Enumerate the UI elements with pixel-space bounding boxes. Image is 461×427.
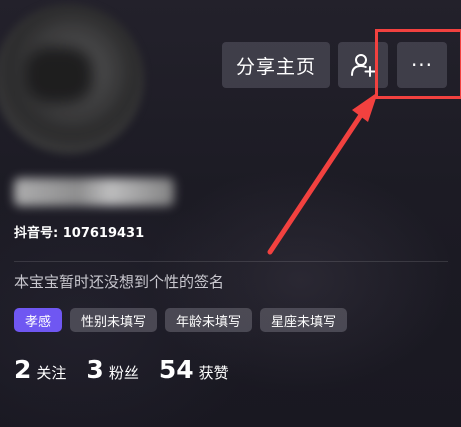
stat-following-count: 2 bbox=[14, 355, 32, 384]
stat-following-label: 关注 bbox=[36, 364, 67, 382]
share-profile-label: 分享主页 bbox=[235, 55, 316, 78]
annotation-highlight-box bbox=[375, 29, 461, 99]
profile-tags: 孝感 性别未填写 年龄未填写 星座未填写 bbox=[14, 308, 348, 332]
tag-gender[interactable]: 性别未填写 bbox=[70, 308, 158, 332]
stat-likes-count: 54 bbox=[158, 355, 194, 384]
stat-followers[interactable]: 3 粉丝 bbox=[86, 355, 138, 384]
profile-signature[interactable]: 本宝宝暂时还没想到个性的签名 bbox=[14, 271, 224, 292]
stat-likes[interactable]: 54 获赞 bbox=[159, 355, 229, 384]
stat-followers-count: 3 bbox=[86, 355, 104, 384]
account-id: 抖音号: 107619431 bbox=[14, 226, 145, 241]
profile-stats: 2 关注 3 粉丝 54 获赞 bbox=[14, 355, 229, 384]
tag-age[interactable]: 年龄未填写 bbox=[165, 308, 253, 332]
username-blurred bbox=[14, 178, 174, 206]
share-profile-button[interactable]: 分享主页 bbox=[222, 42, 330, 88]
divider bbox=[14, 261, 448, 262]
tag-location[interactable]: 孝感 bbox=[14, 308, 63, 332]
tag-zodiac[interactable]: 星座未填写 bbox=[260, 308, 348, 332]
stat-followers-label: 粉丝 bbox=[108, 364, 139, 382]
avatar-face-blur bbox=[24, 46, 94, 104]
stat-following[interactable]: 2 关注 bbox=[14, 355, 66, 384]
avatar[interactable] bbox=[0, 4, 144, 154]
add-friend-icon bbox=[351, 54, 376, 77]
stat-likes-label: 获赞 bbox=[198, 364, 229, 382]
